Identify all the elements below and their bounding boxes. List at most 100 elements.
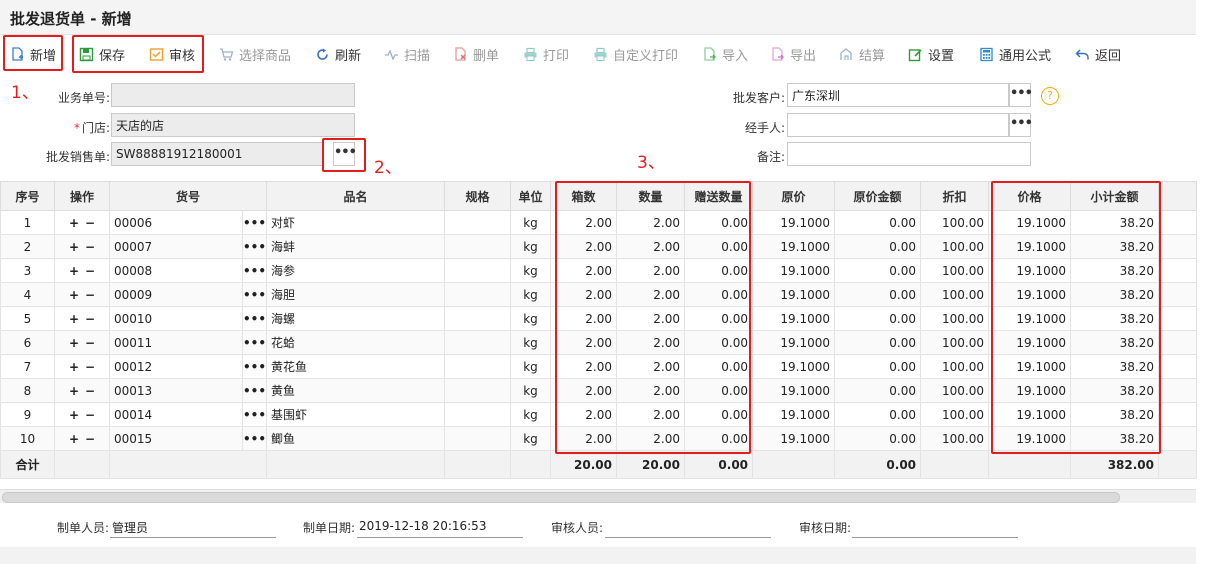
cell-orig-price[interactable]: 19.1000 [752, 426, 836, 451]
add-row-icon[interactable]: + [69, 432, 79, 446]
delete-button[interactable]: 删单 [453, 45, 499, 64]
sales-order-field[interactable] [111, 142, 323, 166]
cell-price[interactable]: 19.1000 [988, 234, 1072, 259]
remove-row-icon[interactable]: − [85, 312, 95, 326]
cell-discount[interactable]: 100.00 [920, 306, 990, 331]
cell-orig-price[interactable]: 19.1000 [752, 378, 836, 403]
select-goods-button[interactable]: 选择商品 [219, 45, 291, 64]
settle-button[interactable]: 结算 [839, 45, 885, 64]
table-row[interactable]: 10 + −00015 ••• 鲫鱼 kg 2.00 2.00 0.00 19.1000 0.00 1… [0, 426, 1198, 451]
cell-qty[interactable]: 2.00 [616, 258, 686, 283]
ellipsis-icon[interactable]: ••• [241, 378, 268, 403]
remove-row-icon[interactable]: − [85, 360, 95, 374]
col-header-ops[interactable]: 操作 [54, 181, 110, 211]
cell-qty[interactable]: 2.00 [616, 210, 686, 235]
table-row[interactable]: 4 + −00009 ••• 海胆 kg 2.00 2.00 0.00 19.1000 0.00 10… [0, 282, 1198, 307]
goods-name[interactable]: 海螺 [266, 306, 446, 331]
cell-subtotal[interactable]: 38.20 [1070, 234, 1160, 259]
goods-name[interactable]: 海蚌 [266, 234, 446, 259]
cell-orig-amount[interactable]: 0.00 [834, 378, 922, 403]
cell-price[interactable]: 19.1000 [988, 354, 1072, 379]
col-header-orig-amount[interactable]: 原价金额 [834, 181, 922, 211]
remove-row-icon[interactable]: − [85, 216, 95, 230]
cell-orig-amount[interactable]: 0.00 [834, 282, 922, 307]
col-header-price[interactable]: 价格 [988, 181, 1072, 211]
cell-discount[interactable]: 100.00 [920, 210, 990, 235]
cell-boxes[interactable]: 2.00 [550, 258, 618, 283]
goods-name[interactable]: 黄花鱼 [266, 354, 446, 379]
cell-qty[interactable]: 2.00 [616, 402, 686, 427]
scan-button[interactable]: 扫描 [384, 45, 430, 64]
cell-price[interactable]: 19.1000 [988, 306, 1072, 331]
print-button[interactable]: 打印 [523, 45, 569, 64]
ellipsis-icon[interactable]: ••• [241, 258, 268, 283]
cell-boxes[interactable]: 2.00 [550, 402, 618, 427]
add-row-icon[interactable]: + [69, 216, 79, 230]
cell-orig-amount[interactable]: 0.00 [834, 258, 922, 283]
save-button[interactable]: 保存 [79, 45, 125, 64]
goods-code[interactable]: 00014 [109, 402, 243, 427]
cell-orig-price[interactable]: 19.1000 [752, 306, 836, 331]
scrollbar-thumb[interactable] [2, 492, 1120, 503]
goods-code[interactable]: 00008 [109, 258, 243, 283]
remove-row-icon[interactable]: − [85, 432, 95, 446]
cell-gift[interactable]: 0.00 [684, 426, 754, 451]
goods-name[interactable]: 对虾 [266, 210, 446, 235]
cell-subtotal[interactable]: 38.20 [1070, 426, 1160, 451]
cell-boxes[interactable]: 2.00 [550, 282, 618, 307]
cell-boxes[interactable]: 2.00 [550, 306, 618, 331]
cell-subtotal[interactable]: 38.20 [1070, 210, 1160, 235]
goods-name[interactable]: 鲫鱼 [266, 426, 446, 451]
biz-no-field[interactable] [111, 83, 355, 107]
audit-button[interactable]: 审核 [149, 45, 195, 64]
export-button[interactable]: 导出 [770, 45, 816, 64]
add-row-icon[interactable]: + [69, 408, 79, 422]
cell-orig-amount[interactable]: 0.00 [834, 306, 922, 331]
cell-orig-amount[interactable]: 0.00 [834, 426, 922, 451]
cell-gift[interactable]: 0.00 [684, 282, 754, 307]
add-row-icon[interactable]: + [69, 264, 79, 278]
cell-discount[interactable]: 100.00 [920, 426, 990, 451]
remove-row-icon[interactable]: − [85, 240, 95, 254]
goods-code[interactable]: 00007 [109, 234, 243, 259]
cell-gift[interactable]: 0.00 [684, 354, 754, 379]
cell-orig-amount[interactable]: 0.00 [834, 234, 922, 259]
cell-subtotal[interactable]: 38.20 [1070, 378, 1160, 403]
cell-orig-price[interactable]: 19.1000 [752, 354, 836, 379]
remove-row-icon[interactable]: − [85, 408, 95, 422]
col-header-orig-price[interactable]: 原价 [752, 181, 836, 211]
cell-qty[interactable]: 2.00 [616, 234, 686, 259]
table-row[interactable]: 5 + −00010 ••• 海螺 kg 2.00 2.00 0.00 19.1000 0.00 10… [0, 306, 1198, 331]
cell-boxes[interactable]: 2.00 [550, 234, 618, 259]
col-header-unit[interactable]: 单位 [510, 181, 552, 211]
cell-subtotal[interactable]: 38.20 [1070, 282, 1160, 307]
cell-boxes[interactable]: 2.00 [550, 354, 618, 379]
cell-boxes[interactable]: 2.00 [550, 426, 618, 451]
cell-discount[interactable]: 100.00 [920, 402, 990, 427]
cell-price[interactable]: 19.1000 [988, 282, 1072, 307]
cell-price[interactable]: 19.1000 [988, 210, 1072, 235]
cell-gift[interactable]: 0.00 [684, 210, 754, 235]
cell-boxes[interactable]: 2.00 [550, 378, 618, 403]
cell-orig-amount[interactable]: 0.00 [834, 330, 922, 355]
goods-name[interactable]: 黄鱼 [266, 378, 446, 403]
remark-field[interactable] [787, 142, 1031, 166]
goods-name[interactable]: 海参 [266, 258, 446, 283]
add-row-icon[interactable]: + [69, 384, 79, 398]
cell-subtotal[interactable]: 38.20 [1070, 330, 1160, 355]
goods-name[interactable]: 基围虾 [266, 402, 446, 427]
cell-orig-price[interactable]: 19.1000 [752, 282, 836, 307]
table-row[interactable]: 3 + −00008 ••• 海参 kg 2.00 2.00 0.00 19.1000 0.00 10… [0, 258, 1198, 283]
ellipsis-icon[interactable]: ••• [241, 210, 268, 235]
cell-orig-price[interactable]: 19.1000 [752, 330, 836, 355]
import-button[interactable]: 导入 [702, 45, 748, 64]
customer-field[interactable] [787, 83, 1009, 107]
cell-price[interactable]: 19.1000 [988, 378, 1072, 403]
goods-code[interactable]: 00015 [109, 426, 243, 451]
horizontal-scrollbar[interactable] [0, 489, 1196, 504]
cell-gift[interactable]: 0.00 [684, 330, 754, 355]
cell-qty[interactable]: 2.00 [616, 330, 686, 355]
add-row-icon[interactable]: + [69, 240, 79, 254]
ellipsis-icon[interactable]: ••• [241, 306, 268, 331]
table-row[interactable]: 9 + −00014 ••• 基围虾 kg 2.00 2.00 0.00 19.1000 0.00 1… [0, 402, 1198, 427]
